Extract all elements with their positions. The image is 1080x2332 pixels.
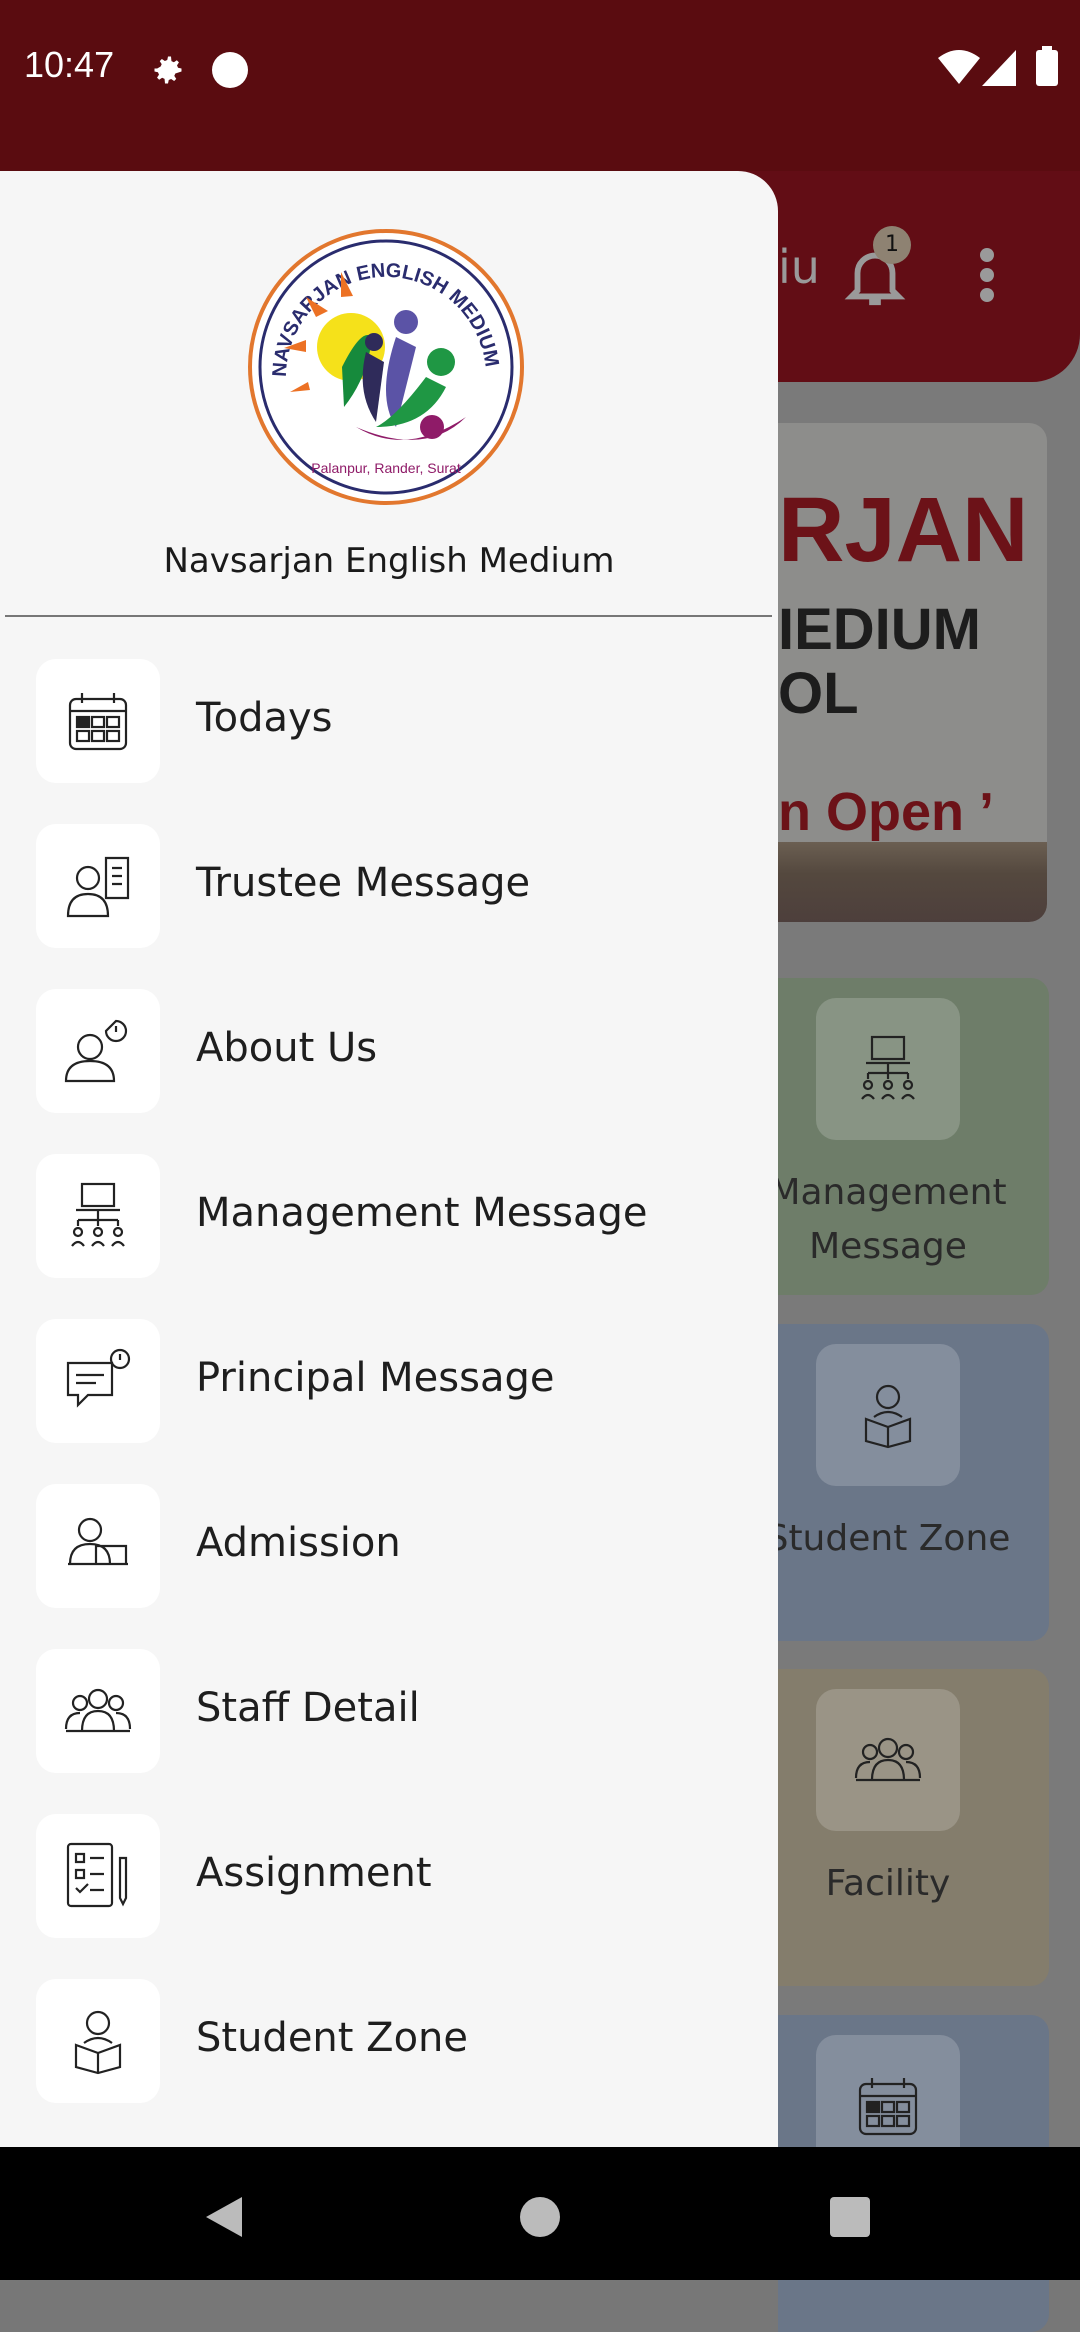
battery-icon: [1036, 46, 1058, 86]
home-card[interactable]: Student Zone: [766, 1323, 1049, 1641]
signal-icon: [982, 50, 1016, 86]
notification-badge: 1: [873, 226, 911, 264]
home-card[interactable]: Facility: [778, 1669, 1049, 1986]
banner-line: IEDIUM: [778, 597, 981, 662]
management-icon: [71, 1182, 125, 1247]
drawer-item-label: Student Zone: [196, 2015, 469, 2061]
student-icon: [74, 2010, 122, 2075]
home-card-label: Management Message: [769, 1172, 1007, 1267]
home-card-icon-box: [816, 1689, 960, 1831]
home-card-label: Student Zone: [765, 1517, 1011, 1559]
management-icon: [861, 1035, 915, 1100]
dot-icon: [212, 52, 248, 88]
svg-text:Palanpur, Rander, Surat: Palanpur, Rander, Surat: [311, 460, 461, 476]
home-card-icon-box: [816, 1343, 960, 1486]
drawer-item[interactable]: Management Message: [0, 1154, 778, 1294]
home-icon[interactable]: [520, 2197, 560, 2237]
header-title: iu: [778, 240, 820, 294]
drawer-item[interactable]: Assignment: [0, 1814, 778, 1954]
navigation-drawer: NAVSARJAN ENGLISH MEDIUM SCHOOL Palanpur…: [0, 171, 778, 2147]
group-icon: [64, 1688, 132, 1733]
recents-icon[interactable]: [830, 2197, 870, 2237]
drawer-item-label: About Us: [196, 1025, 378, 1071]
drawer-item-icon-box: [36, 1979, 160, 2103]
drawer-item-icon-box: [36, 989, 160, 1113]
home-card-icon-box: [816, 998, 960, 1140]
trustee-icon: [66, 856, 130, 918]
drawer-item-icon-box: [36, 1649, 160, 1773]
drawer-item-label: Admission: [196, 1520, 401, 1566]
assignment-icon: [66, 1842, 128, 1908]
home-card-label: Facility: [825, 1863, 951, 1904]
drawer-item[interactable]: Admission: [0, 1484, 778, 1624]
divider: [5, 615, 772, 617]
drawer-item[interactable]: Student Zone: [0, 1979, 778, 2119]
drawer-item-icon-box: [36, 1154, 160, 1278]
back-icon[interactable]: [204, 2195, 244, 2239]
drawer-item-icon-box: [36, 824, 160, 948]
banner-line: n Open ’: [778, 782, 994, 842]
calendar-icon: [858, 2077, 918, 2135]
drawer-item[interactable]: Principal Message: [0, 1319, 778, 1459]
drawer-item-label: Staff Detail: [196, 1685, 420, 1731]
drawer-item-icon-box: [36, 659, 160, 783]
group-icon: [854, 1737, 922, 1782]
drawer-item-label: Principal Message: [196, 1355, 555, 1401]
school-name: Navsarjan English Medium: [163, 541, 615, 581]
more-options-icon[interactable]: [972, 245, 1002, 305]
calendar-icon: [68, 693, 128, 751]
drawer-item[interactable]: Staff Detail: [0, 1649, 778, 1789]
drawer-item-icon-box: [36, 1319, 160, 1443]
drawer-item-icon-box: [36, 1484, 160, 1608]
banner-line: RJAN: [778, 479, 1029, 581]
banner-line: OL: [778, 661, 859, 726]
status-bar: 10:47: [0, 0, 1080, 171]
chat-icon: [66, 1348, 131, 1408]
banner-image[interactable]: RJAN IEDIUM OL n Open ’: [778, 423, 1047, 922]
drawer-item-label: Assignment: [196, 1850, 432, 1896]
admission-icon: [68, 1517, 128, 1566]
settings-icon: [154, 56, 182, 84]
drawer-item-label: Trustee Message: [196, 860, 531, 906]
status-time: 10:47: [24, 44, 115, 85]
drawer-item-icon-box: [36, 1814, 160, 1938]
drawer-item-label: Todays: [196, 695, 333, 741]
drawer-item[interactable]: About Us: [0, 989, 778, 1129]
home-card[interactable]: Management Message: [769, 978, 1049, 1295]
drawer-item[interactable]: Todays: [0, 659, 778, 799]
person-info-icon: [64, 1019, 128, 1083]
wifi-icon: [938, 50, 980, 84]
school-logo: NAVSARJAN ENGLISH MEDIUM SCHOOL Palanpur…: [246, 227, 524, 505]
drawer-item[interactable]: Trustee Message: [0, 824, 778, 964]
drawer-item-label: Management Message: [196, 1190, 648, 1236]
system-navigation-bar: [0, 2147, 1080, 2280]
student-icon: [864, 1384, 912, 1448]
books-image: [778, 842, 1047, 922]
